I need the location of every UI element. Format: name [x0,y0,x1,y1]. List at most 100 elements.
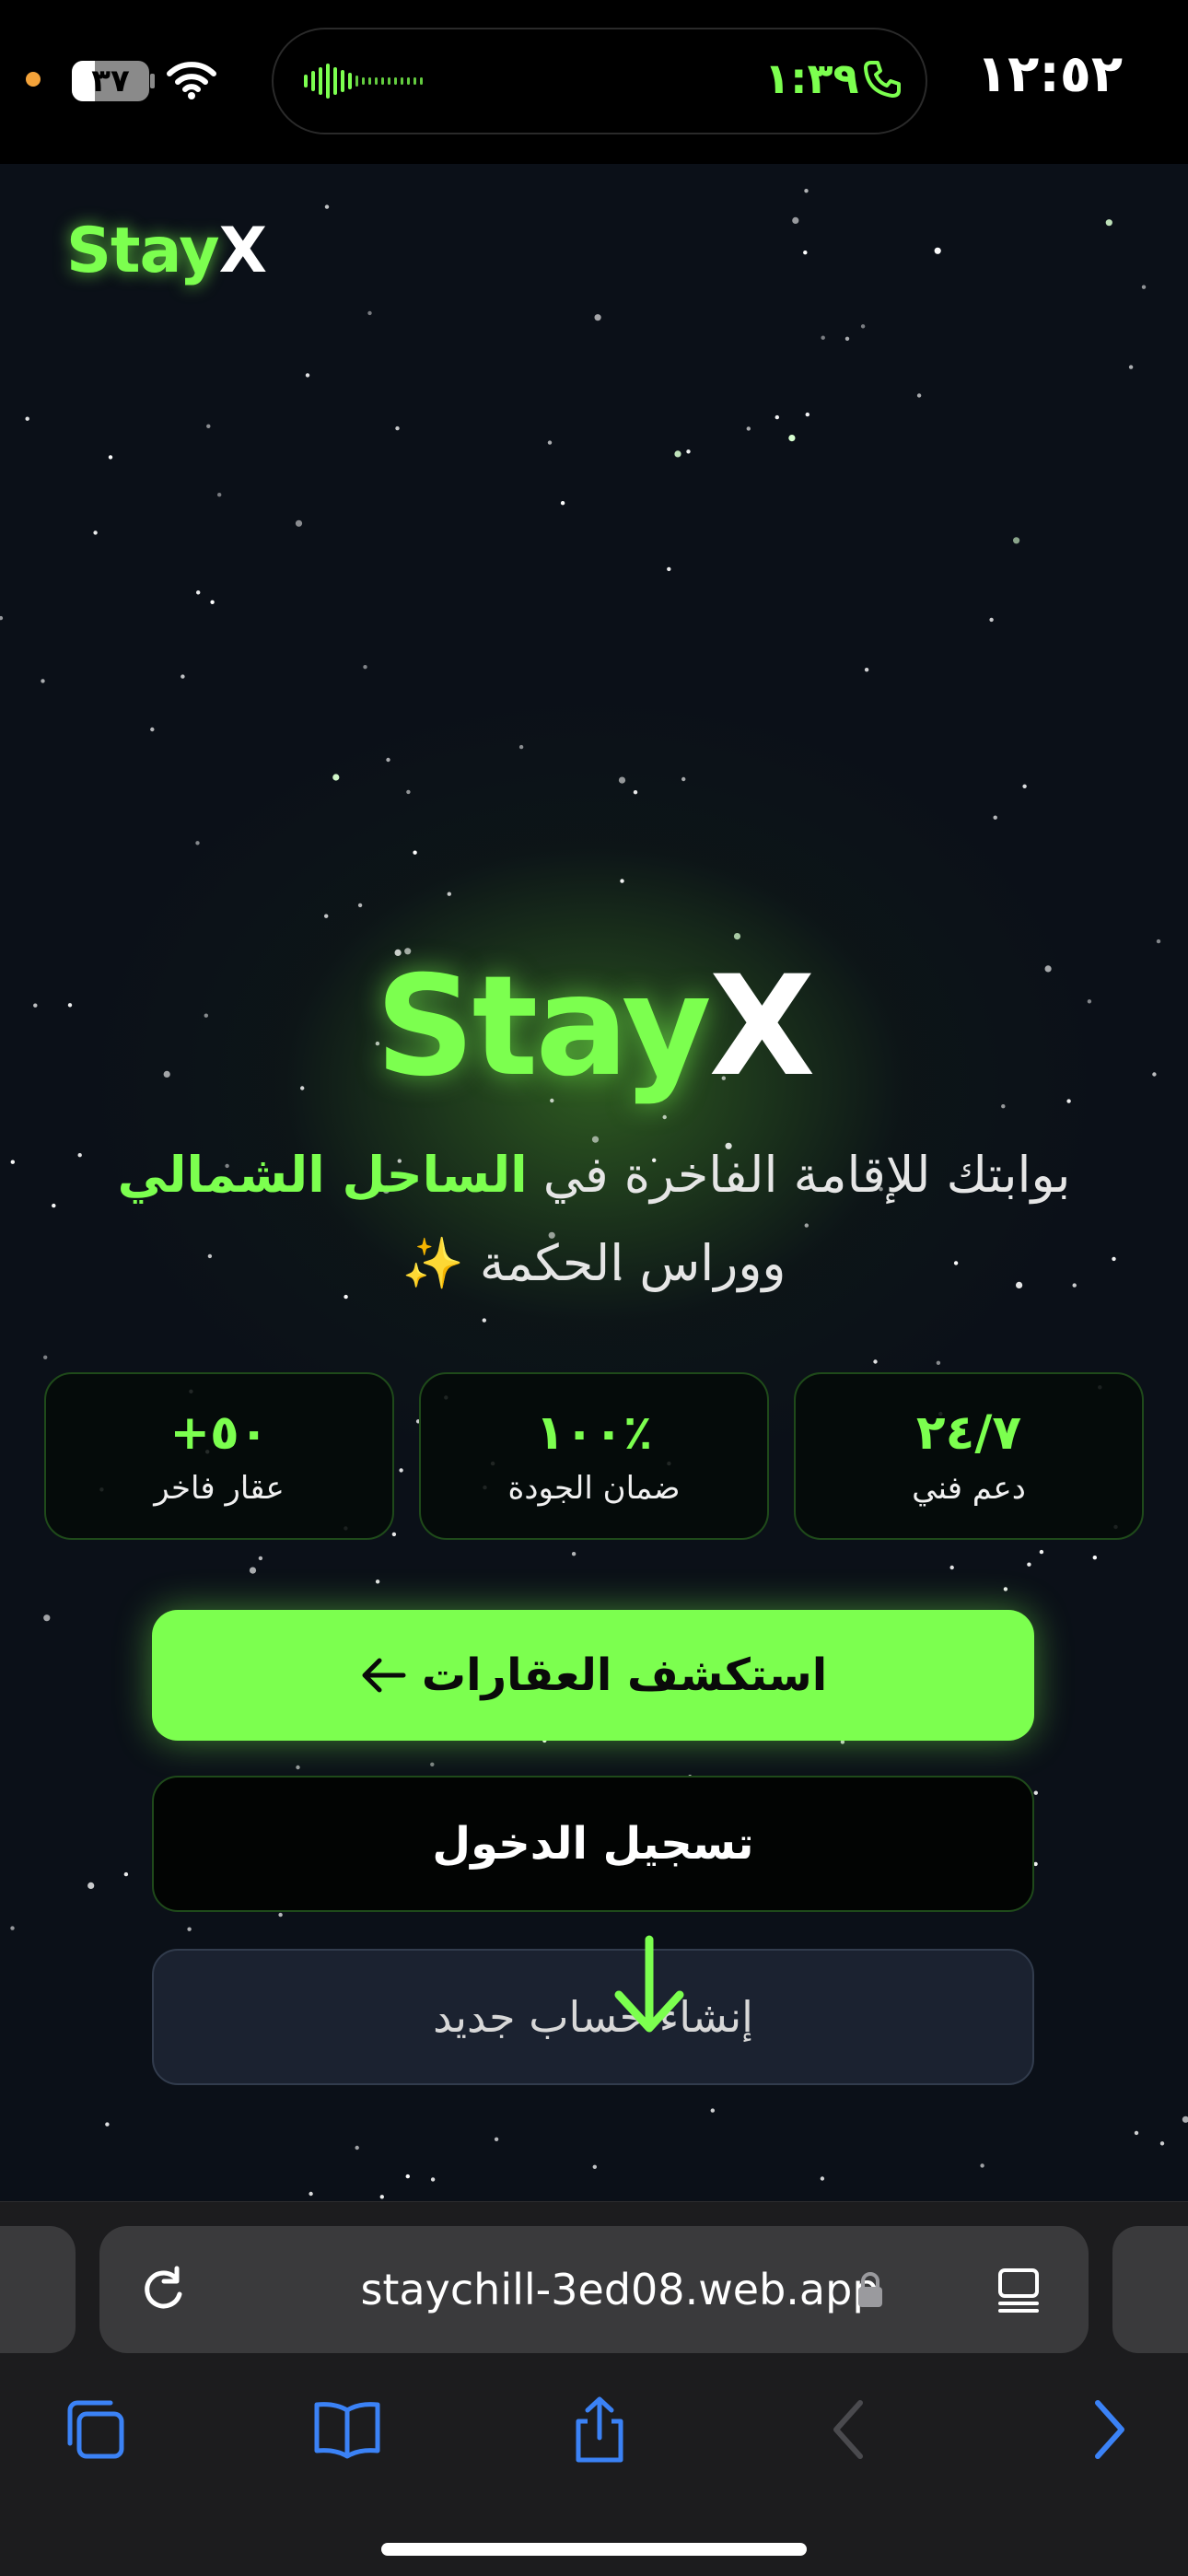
stat-card-properties: +٥٠ عقار فاخر [44,1372,394,1540]
star [980,2163,984,2168]
star [710,2108,715,2113]
forward-icon[interactable] [1072,2394,1144,2465]
star [1039,1549,1044,1555]
stat-value: +٥٠ [169,1405,269,1461]
star [1027,1562,1031,1567]
star [494,2137,499,2141]
star [1033,1790,1039,1795]
clock: ١٢:٥٢ [976,44,1124,104]
stat-value: ١٠٠٪ [535,1405,653,1461]
logo[interactable]: StayX [66,215,267,287]
star [195,841,200,845]
logo-stay: Stay [66,215,220,287]
star [386,757,390,763]
star [916,393,922,398]
star [620,879,624,883]
address-bar[interactable]: staychill-3ed08.web.app [99,2226,1089,2353]
star [592,2164,597,2169]
star [805,412,809,417]
hero-tagline: بوابتك للإقامة الفاخرة في الساحل الشمالي… [117,1146,1071,1292]
star [355,2145,359,2151]
tagline-highlight: الساحل الشمالي [117,1146,528,1204]
star [296,1765,300,1770]
star [1134,2130,1139,2136]
star [10,1160,15,1164]
star [775,414,779,420]
star [93,530,98,535]
previous-tab-preview[interactable] [0,2226,76,2353]
stat-label: ضمان الجودة [507,1470,681,1507]
star [571,1552,577,1556]
star [305,373,310,378]
stat-card-support: ٢٤/٧ دعم فني [794,1372,1144,1540]
star [181,674,185,679]
explore-properties-button[interactable]: استكشف العقارات [152,1610,1034,1741]
star [993,815,997,820]
battery-icon: ٣٧ [72,61,149,101]
reader-icon[interactable] [993,2265,1044,2316]
next-tab-preview[interactable] [1112,2226,1188,2353]
star [873,1359,878,1364]
star [367,310,372,316]
star [482,1318,486,1323]
lock-icon [858,2272,882,2307]
reload-icon[interactable] [136,2263,190,2316]
login-button[interactable]: تسجيل الدخول [152,1776,1034,1912]
wifi-icon [167,62,216,99]
star [746,426,751,431]
star [379,2195,384,2199]
star [594,314,601,321]
battery-level: ٣٧ [91,63,130,99]
star [363,665,367,670]
star [43,1614,51,1622]
star [1105,219,1112,227]
scroll-down-arrow-icon [614,1935,684,2033]
star [295,519,303,527]
bookmarks-icon[interactable] [311,2394,383,2465]
stat-label: عقار فاخر [154,1470,285,1507]
star [686,449,691,454]
star [150,727,155,732]
web-page: StayX StayX بوابتك للإقامة الفاخرة في ال… [0,164,1188,2201]
star [821,335,825,340]
tabs-icon[interactable] [59,2394,131,2465]
star [1128,365,1134,369]
logo-x: X [218,215,267,287]
star [108,455,113,460]
star [258,1556,263,1561]
star [430,2177,436,2182]
star [934,247,941,254]
hero-title: StayX [375,947,816,1107]
star [864,668,869,672]
star [41,679,45,683]
star [788,435,796,442]
star [43,1355,48,1360]
star [278,1912,283,1917]
stats-row: ٢٤/٧ دعم فني ١٠٠٪ ضمان الجودة +٥٠ عقار ف… [44,1372,1144,1544]
star [309,2191,313,2197]
star [1022,784,1027,788]
star [25,416,29,421]
share-icon[interactable] [564,2394,635,2465]
star [249,1567,257,1574]
signup-button[interactable]: إنشاء حساب جديد [152,1949,1034,2085]
star [820,2176,825,2181]
star [395,425,400,431]
star [324,204,330,209]
star [357,903,363,908]
home-indicator[interactable] [381,2543,807,2556]
url-text: staychill-3ed08.web.app [360,2265,879,2314]
stat-label: دعم فني [912,1470,1026,1507]
star [105,2122,110,2127]
stat-card-quality: ١٠٠٪ ضمان الجودة [419,1372,769,1540]
back-icon[interactable] [814,2394,886,2465]
star [0,615,4,621]
star [936,1360,941,1366]
star [667,566,671,572]
audio-waveform-icon [304,63,423,99]
privacy-indicator-dot [26,72,41,87]
star [447,892,451,896]
star [560,501,565,506]
arrow-left-icon [362,1658,406,1693]
star [405,2174,410,2179]
